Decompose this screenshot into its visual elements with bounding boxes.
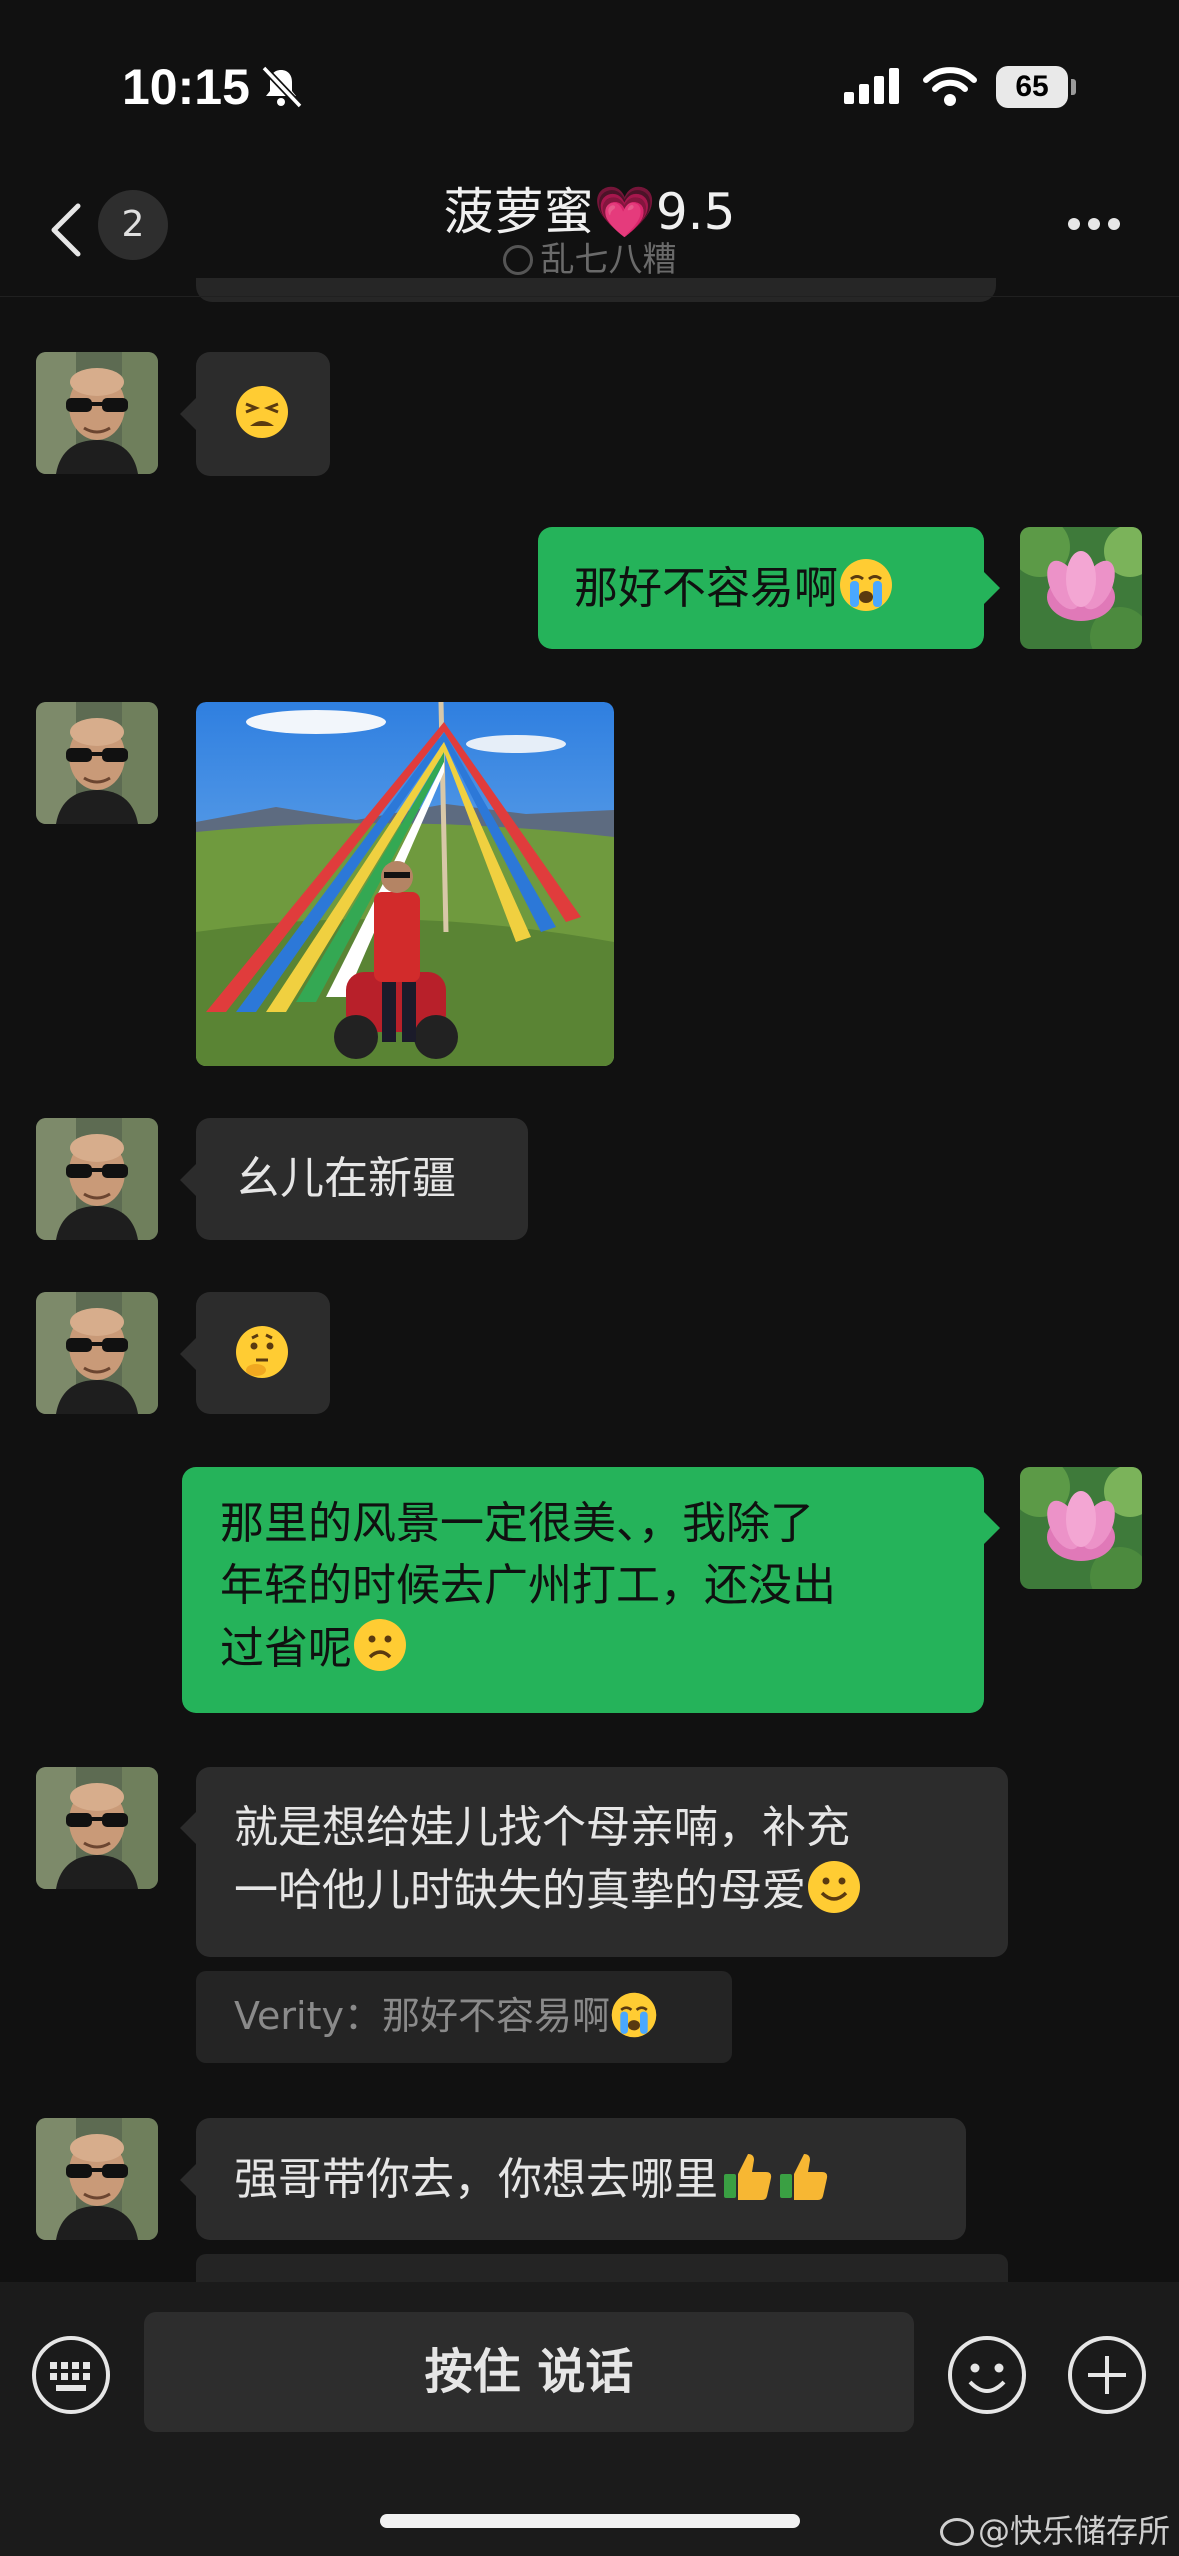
tired-face-icon: [236, 386, 288, 438]
quoted-message[interactable]: Verity：那好不容易啊: [196, 1971, 732, 2063]
contact-avatar[interactable]: [36, 2118, 158, 2240]
bell-muted-icon: [261, 65, 303, 109]
watermark-text: @快乐储存所: [978, 2512, 1171, 2550]
status-bar: 10:15 65: [0, 0, 1179, 150]
message-line: 过省呢: [220, 1623, 352, 1674]
bubble-tail: [984, 572, 1000, 604]
battery-indicator: 65: [996, 66, 1076, 108]
battery-level: 65: [996, 66, 1068, 108]
bubble-tail: [180, 1812, 196, 1844]
message-line: 那里的风景一定很美、，我除了: [220, 1498, 814, 1549]
pinned-message-card-edge: [196, 278, 996, 302]
loading-spinner-icon: [502, 245, 533, 275]
chat-status-line: 乱七八糟: [0, 232, 1179, 281]
cellular-signal-icon: [844, 68, 899, 104]
message-bubble-incoming[interactable]: 幺儿在新疆: [196, 1118, 528, 1240]
thinking-face-icon: [236, 1326, 288, 1378]
my-avatar[interactable]: [1020, 527, 1142, 649]
crying-face-icon: [611, 1992, 657, 2038]
smiling-face-icon: [808, 1861, 860, 1913]
contact-avatar[interactable]: [36, 1292, 158, 1414]
thumbs-up-icon: [780, 2154, 828, 2200]
message-line: 就是想给娃儿找个母亲喃，补充: [234, 1802, 850, 1853]
chat-header: 2 菠萝蜜💗9.5 乱七八糟: [0, 160, 1179, 295]
emoji-picker-icon[interactable]: [946, 2334, 1028, 2416]
message-line: 年轻的时候去广州打工，还没出: [220, 1560, 836, 1611]
message-text: 强哥带你去，你想去哪里: [234, 2154, 718, 2205]
thumbs-up-icon: [724, 2154, 772, 2200]
frowning-face-icon: [354, 1619, 406, 1671]
add-more-icon[interactable]: [1066, 2334, 1148, 2416]
message-bubble-outgoing[interactable]: 那好不容易啊: [538, 527, 984, 649]
watermark: @快乐储存所: [940, 2506, 1170, 2552]
photo-prayer-flags-motorcycle[interactable]: [196, 702, 614, 1066]
bubble-tail: [180, 1164, 196, 1196]
keyboard-icon[interactable]: [30, 2334, 112, 2416]
weibo-logo-icon: [940, 2518, 974, 2546]
bubble-tail: [180, 2164, 196, 2196]
contact-avatar[interactable]: [36, 1118, 158, 1240]
message-bubble-incoming[interactable]: 就是想给娃儿找个母亲喃，补充 一哈他儿时缺失的真挚的母爱: [196, 1767, 1008, 1957]
message-bubble-incoming[interactable]: [196, 1292, 330, 1414]
bubble-tail: [180, 1338, 196, 1370]
wifi-icon: [923, 67, 977, 106]
message-text: 那好不容易啊: [574, 563, 838, 614]
message-bubble-incoming[interactable]: 强哥带你去，你想去哪里: [196, 2118, 966, 2240]
contact-avatar[interactable]: [36, 1767, 158, 1889]
contact-avatar[interactable]: [36, 352, 158, 474]
contact-avatar[interactable]: [36, 702, 158, 824]
status-time: 10:15: [122, 59, 250, 115]
message-bubble-incoming[interactable]: [196, 352, 330, 476]
crying-face-icon: [840, 559, 892, 611]
partial-quoted-message: [196, 2254, 1008, 2284]
bubble-tail: [180, 398, 196, 430]
chat-status-text: 乱七八糟: [540, 240, 677, 280]
hold-to-talk-button[interactable]: 按住 说话: [144, 2312, 914, 2432]
header-divider: [0, 296, 1179, 297]
quoted-sender: Verity：: [234, 1994, 382, 2038]
my-avatar[interactable]: [1020, 1467, 1142, 1589]
more-options-icon[interactable]: [1066, 216, 1122, 232]
quoted-text: 那好不容易啊: [382, 1994, 611, 2038]
message-line: 一哈他儿时缺失的真挚的母爱: [234, 1865, 806, 1916]
message-text: 幺儿在新疆: [236, 1153, 456, 1204]
bubble-tail: [984, 1512, 1000, 1544]
home-indicator[interactable]: [380, 2514, 800, 2528]
message-bubble-outgoing[interactable]: 那里的风景一定很美、，我除了 年轻的时候去广州打工，还没出 过省呢: [182, 1467, 984, 1713]
